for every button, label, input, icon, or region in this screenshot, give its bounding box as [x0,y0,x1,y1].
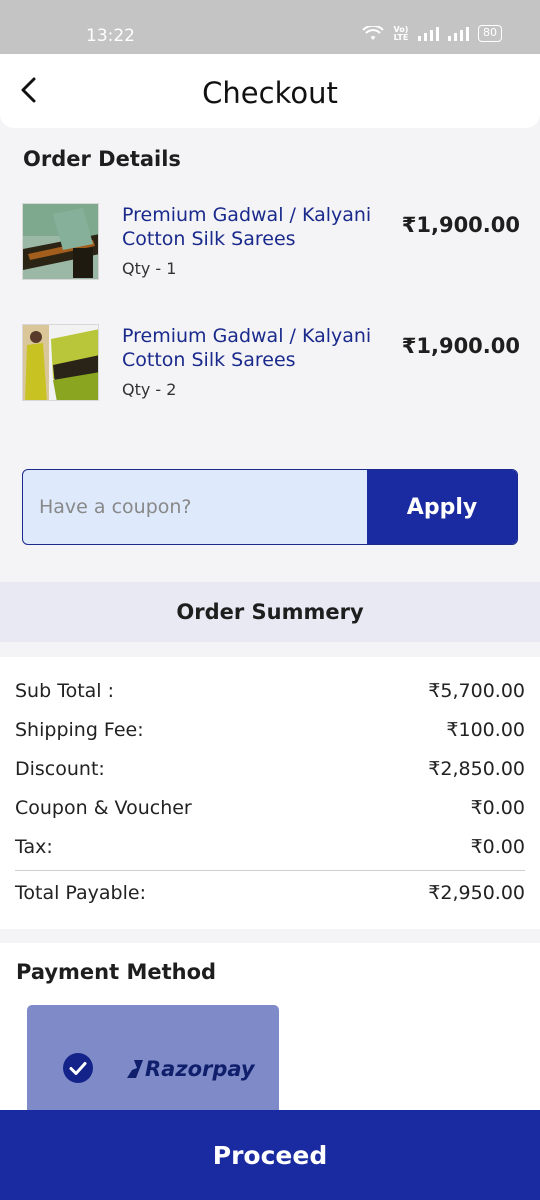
volte-icon: Vo) LTE [393,24,409,42]
summary-label: Discount: [15,758,105,780]
payment-option-name: Razorpay [145,1057,255,1081]
summary-row-shipping: Shipping Fee: ₹100.00 [15,719,525,741]
summary-row-tax: Tax: ₹0.00 [15,836,525,858]
razorpay-logo: Razorpay [127,1057,255,1081]
summary-row-total: Total Payable: ₹2,950.00 [15,882,525,904]
summary-label: Coupon & Voucher [15,797,192,819]
razorpay-mark-icon [127,1060,143,1078]
item-qty: Qty - 2 [122,380,177,399]
app-bar: Checkout [0,54,540,128]
battery-icon: 80 [478,25,502,42]
order-summary-title: Order Summery [0,582,540,642]
proceed-button[interactable]: Proceed [0,1110,540,1200]
item-name[interactable]: Premium Gadwal / Kalyani Cotton Silk Sar… [122,324,392,372]
payment-option-razorpay[interactable]: Razorpay [27,1005,279,1125]
summary-row-coupon: Coupon & Voucher ₹0.00 [15,797,525,819]
apply-coupon-button[interactable]: Apply [367,470,517,544]
status-bar: 13:22 Vo) LTE 80 [0,0,540,54]
item-price: ₹1,900.00 [401,213,520,237]
total-value: ₹2,950.00 [428,882,525,904]
item-name[interactable]: Premium Gadwal / Kalyani Cotton Silk Sar… [122,203,392,251]
summary-label: Shipping Fee: [15,719,144,741]
summary-value: ₹2,850.00 [428,758,525,780]
summary-row-subtotal: Sub Total : ₹5,700.00 [15,680,525,702]
page-title: Checkout [202,76,338,110]
order-details-title: Order Details [23,147,181,171]
signal-icon [418,26,439,41]
summary-value: ₹5,700.00 [428,680,525,702]
summary-label: Sub Total : [15,680,115,702]
summary-value: ₹0.00 [470,797,525,819]
status-icons: Vo) LTE 80 [362,25,502,42]
wifi-icon [362,25,384,40]
total-label: Total Payable: [15,882,146,904]
product-thumbnail [22,324,99,401]
summary-value: ₹100.00 [446,719,525,741]
order-summary: Sub Total : ₹5,700.00 Shipping Fee: ₹100… [0,657,540,929]
signal-icon-2 [448,26,469,41]
item-qty: Qty - 1 [122,259,177,278]
product-thumbnail [22,203,99,280]
order-item[interactable]: Premium Gadwal / Kalyani Cotton Silk Sar… [22,324,520,424]
summary-label: Tax: [15,836,53,858]
status-time: 13:22 [86,26,135,46]
summary-value: ₹0.00 [470,836,525,858]
payment-method-title: Payment Method [16,960,217,984]
check-circle-icon [63,1053,93,1083]
summary-divider [15,870,525,871]
coupon-box: Apply [22,469,518,545]
item-price: ₹1,900.00 [401,334,520,358]
coupon-input[interactable] [23,470,368,544]
order-item[interactable]: Premium Gadwal / Kalyani Cotton Silk Sar… [22,203,520,303]
summary-row-discount: Discount: ₹2,850.00 [15,758,525,780]
